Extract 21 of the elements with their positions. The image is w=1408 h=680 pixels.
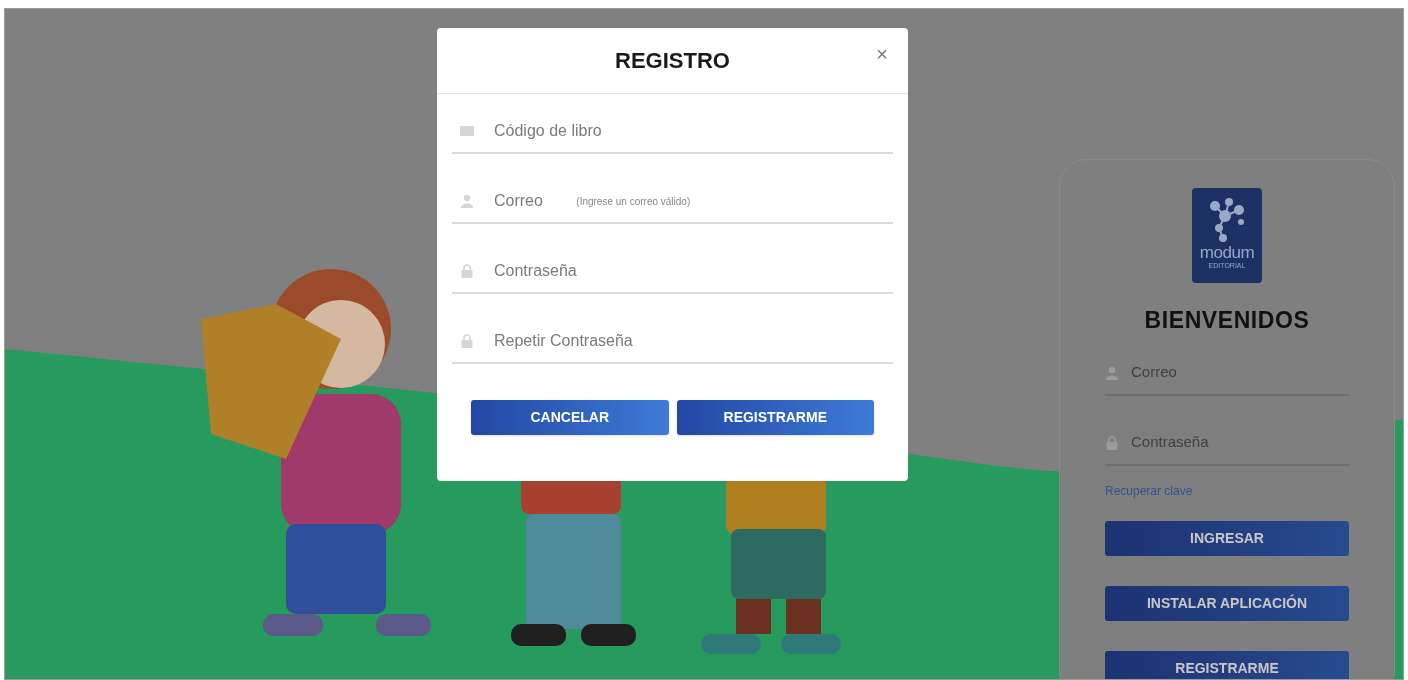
lock-icon (1105, 435, 1119, 450)
password-field[interactable]: Repetir Contraseña (494, 329, 885, 353)
install-app-button[interactable]: INSTALAR APLICACIÓN (1105, 585, 1349, 621)
password-field[interactable]: Contraseña (494, 259, 885, 283)
register-button[interactable]: REGISTRARME (1105, 650, 1349, 679)
password-field[interactable]: Contraseña (1131, 431, 1349, 454)
register-button[interactable]: REGISTRARME (676, 400, 874, 435)
field-hint: (Ingrese un correo válido) (576, 194, 691, 209)
user-icon (1105, 365, 1119, 380)
modal-title: REGISTRO (615, 47, 730, 75)
email-field[interactable]: Correo (494, 189, 559, 213)
close-button[interactable]: × (876, 44, 888, 64)
cancel-button[interactable]: CANCELAR (471, 400, 669, 435)
email-field[interactable]: Correo (1131, 361, 1349, 384)
welcome-title: BIENVENIDOS (1144, 306, 1310, 335)
lock-icon (460, 264, 474, 278)
user-icon (460, 194, 474, 208)
lock-icon (460, 334, 474, 348)
book-code-field[interactable]: Código de libro (494, 119, 885, 143)
logo-text: modum (1199, 244, 1255, 262)
login-button[interactable]: INGRESAR (1105, 520, 1349, 556)
